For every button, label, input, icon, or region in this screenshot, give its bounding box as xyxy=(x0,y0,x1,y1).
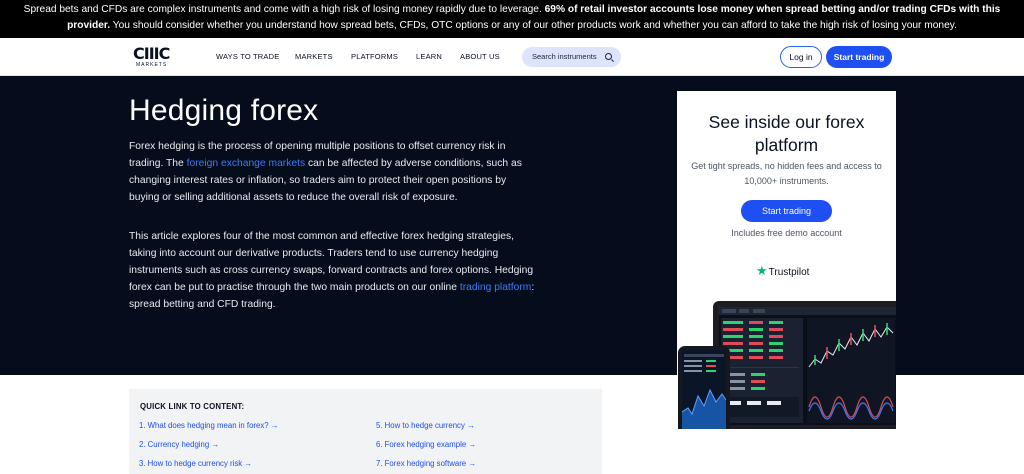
start-trading-nav-button[interactable]: Start trading xyxy=(826,46,892,68)
search-icon xyxy=(605,53,612,60)
risk-text-1: Spread bets and CFDs are complex instrum… xyxy=(23,4,545,15)
quick-link-7[interactable]: 7. Forex hedging software → xyxy=(376,459,476,468)
quick-link-1[interactable]: 1. What does hedging mean in forex? → xyxy=(139,421,279,430)
cmc-logo[interactable]: CIIIC MARKETS xyxy=(133,46,173,70)
nav-platforms[interactable]: PLATFORMS xyxy=(351,52,398,61)
nav-markets[interactable]: MARKETS xyxy=(295,52,333,61)
quick-link-6[interactable]: 6. Forex hedging example → xyxy=(376,440,476,449)
search-label: Search instruments xyxy=(532,52,597,61)
phone-screenshot xyxy=(682,350,726,429)
login-button[interactable]: Log in xyxy=(780,46,822,68)
trading-platform-link[interactable]: trading platform xyxy=(460,282,532,293)
logo-mark: CIIIC xyxy=(133,44,170,63)
phone-screenshot-graphic xyxy=(682,354,726,429)
risk-warning-banner: Spread bets and CFDs are complex instrum… xyxy=(0,0,1024,38)
trustpilot-badge[interactable]: ★Trustpilot xyxy=(756,263,809,279)
promo-title: See inside our forex platform xyxy=(708,112,865,155)
quick-links-title: QUICK LINK TO CONTENT: xyxy=(140,402,245,411)
foreign-exchange-link[interactable]: foreign exchange markets xyxy=(187,158,305,169)
nav-learn[interactable]: LEARN xyxy=(416,52,442,61)
phone-mockup xyxy=(678,346,730,429)
search-button[interactable]: Search instruments xyxy=(522,47,621,67)
trustpilot-label: Trustpilot xyxy=(768,267,810,278)
page-title: Hedging forex xyxy=(129,94,319,127)
quick-link-2[interactable]: 2. Currency hedging → xyxy=(139,440,219,449)
start-trading-card-button[interactable]: Start trading xyxy=(741,200,832,222)
trustpilot-star-icon: ★ xyxy=(756,263,768,278)
article-paragraph: This article explores four of the most c… xyxy=(129,228,539,313)
quick-link-5[interactable]: 5. How to hedge currency → xyxy=(376,421,475,430)
nav-ways-to-trade[interactable]: WAYS TO TRADE xyxy=(216,52,279,61)
nav-about-us[interactable]: ABOUT US xyxy=(460,52,500,61)
quick-link-3[interactable]: 3. How to hedge currency risk → xyxy=(139,459,252,468)
monitor-mockup xyxy=(713,301,896,429)
platform-promo-card: See inside our forex platform Get tight … xyxy=(677,91,896,429)
platform-screenshot xyxy=(719,307,896,425)
quick-links-box: QUICK LINK TO CONTENT: 1. What does hedg… xyxy=(129,389,602,474)
promo-subtitle: Get tight spreads, no hidden fees and ac… xyxy=(691,161,882,186)
demo-note: Includes free demo account xyxy=(731,228,842,238)
intro-paragraph: Forex hedging is the process of opening … xyxy=(129,138,539,206)
platform-screenshot-graphic xyxy=(719,307,896,423)
risk-text-2: You should consider whether you understa… xyxy=(110,20,957,31)
main-nav: CIIIC MARKETS WAYS TO TRADE MARKETS PLAT… xyxy=(0,38,1024,76)
